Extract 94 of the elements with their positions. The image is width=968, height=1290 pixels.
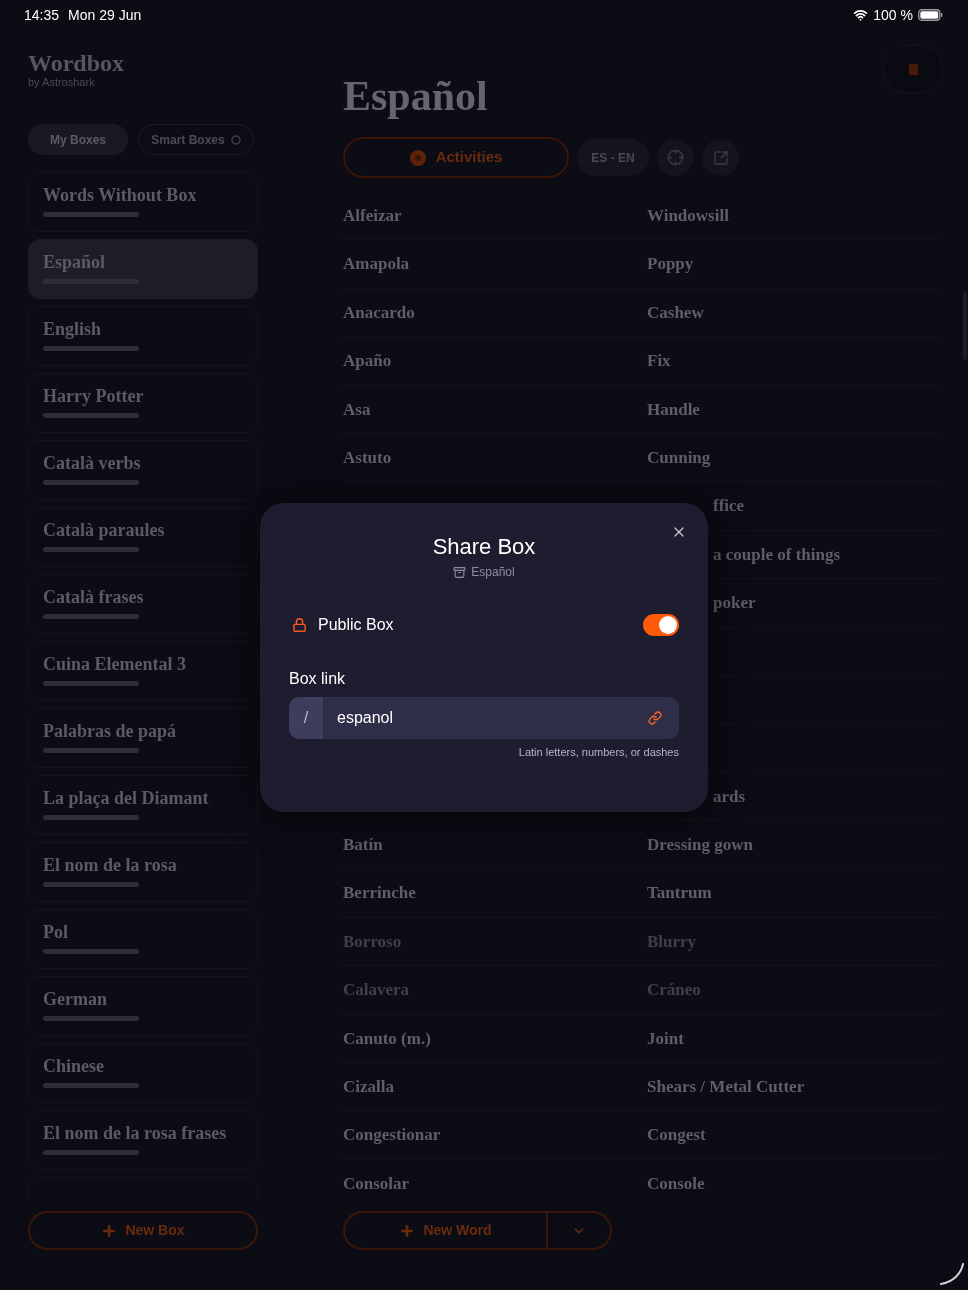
box-filter-tab[interactable]: My Boxes: [28, 124, 128, 155]
plus-icon: [101, 1222, 118, 1239]
box-title: Español: [43, 251, 107, 273]
box-list-item[interactable]: La plaça del Diamant: [28, 775, 258, 835]
box-title: Pol: [43, 921, 69, 943]
word-term: Amapola: [343, 253, 410, 276]
word-translation: Tantrum: [647, 882, 712, 905]
word-translation: Console: [647, 1172, 705, 1195]
word-term: Anacardo: [343, 301, 415, 324]
language-pair-button[interactable]: ES - EN: [577, 139, 649, 176]
word-term: Asa: [343, 398, 371, 421]
dialog-title: Share Box: [432, 533, 536, 561]
link-icon: [648, 711, 662, 725]
activities-button[interactable]: Activities: [343, 137, 569, 178]
box-title: Words Without Box: [43, 184, 198, 206]
page-title: Español: [343, 72, 488, 120]
word-term: Batín: [343, 834, 383, 856]
word-term: Congestionar: [343, 1124, 441, 1147]
app-title: Wordbox: [28, 50, 125, 76]
link-hint: Latin letters, numbers, or dashes: [518, 745, 679, 759]
circle-icon: [230, 134, 241, 145]
battery-percentage: 100 %: [873, 5, 913, 25]
word-translation: Poppy: [647, 253, 694, 276]
share-button[interactable]: [702, 139, 739, 176]
word-term: Berrinche: [343, 882, 416, 905]
box-list-item[interactable]: English: [28, 306, 258, 366]
box-title: El nom de la rosa frases: [43, 1122, 228, 1144]
external-link-icon: [712, 149, 729, 166]
box-title: Cuina Elemental 3: [43, 653, 187, 675]
status-date: Mon 29 Jun: [68, 5, 142, 25]
word-translation: ffice: [713, 495, 745, 518]
archive-icon: [453, 565, 467, 579]
box-list-item[interactable]: Català verbs: [28, 440, 258, 500]
box-title: Chinese: [43, 1055, 105, 1077]
word-translation: Shears / Metal Cutter: [647, 1075, 805, 1098]
new-word-button[interactable]: New Word: [343, 1211, 548, 1250]
app-subtitle: by Astroshark: [28, 76, 95, 89]
box-name: Español: [471, 564, 515, 580]
public-box-toggle[interactable]: [643, 614, 679, 636]
box-list-item[interactable]: Español: [28, 239, 258, 299]
box-list-item[interactable]: Pol: [28, 909, 258, 969]
link-prefix: /: [289, 697, 323, 739]
target-icon: [667, 149, 684, 166]
word-translation: Cunning: [647, 446, 711, 469]
word-translation: poker: [713, 592, 756, 615]
word-translation: Dressing gown: [647, 834, 753, 856]
box-title: Català verbs: [43, 452, 142, 474]
box-title: El nom de la rosa: [43, 854, 178, 876]
box-title: Català frases: [43, 586, 145, 608]
square-icon: [908, 63, 918, 75]
dropdown-button[interactable]: [548, 1211, 612, 1250]
target-button[interactable]: [657, 139, 694, 176]
word-translation: Handle: [647, 398, 700, 421]
wifi-icon: [853, 8, 869, 22]
status-time: 14:35: [24, 5, 60, 25]
plus-icon: [399, 1222, 416, 1239]
word-term: Apaño: [343, 350, 392, 373]
word-translation: Joint: [647, 1027, 684, 1050]
word-translation: Cashew: [647, 301, 704, 324]
word-term: Alfeizar: [343, 204, 402, 227]
box-title: Català paraules: [43, 519, 166, 541]
word-term: Astuto: [343, 446, 392, 469]
word-translation: ards: [713, 785, 746, 808]
word-translation: Congest: [647, 1124, 706, 1147]
word-translation: a couple of things: [713, 543, 841, 566]
word-term: Cizalla: [343, 1075, 394, 1098]
box-list-item[interactable]: Català paraules: [28, 507, 258, 567]
lock-icon: [292, 617, 307, 633]
box-list-item[interactable]: El nom de la rosa frases: [28, 1110, 258, 1170]
word-term: Consolar: [343, 1172, 410, 1195]
box-list-item[interactable]: German: [28, 976, 258, 1036]
box-title: La plaça del Diamant: [43, 787, 210, 809]
box-link-label: Box link: [289, 669, 346, 689]
box-title: English: [43, 318, 103, 340]
circle-icon: [409, 149, 426, 166]
box-list-item[interactable]: Palabras de papá: [28, 708, 258, 768]
box-title: Palabras de papá: [43, 720, 178, 742]
box-list-item[interactable]: Cuina Elemental 3: [28, 641, 258, 701]
word-term: Canuto (m.): [343, 1027, 431, 1050]
box-title: Harry Potter: [43, 385, 145, 407]
box-list-item[interactable]: Català frases: [28, 574, 258, 634]
box-list-item[interactable]: Words Without Box: [28, 172, 258, 232]
link-input[interactable]: espanol: [323, 697, 679, 739]
new-box-button[interactable]: New Box: [28, 1211, 258, 1250]
word-translation: Fix: [647, 350, 671, 373]
battery-icon: [918, 9, 943, 21]
box-list-item[interactable]: El nom de la rosa: [28, 842, 258, 902]
corner-arc-icon: [940, 1263, 964, 1285]
box-title: German: [43, 988, 108, 1010]
word-translation: Windowsill: [647, 204, 729, 227]
box-list-item[interactable]: Harry Potter: [28, 373, 258, 433]
round-button[interactable]: [883, 45, 943, 93]
public-box-label: Public Box: [318, 615, 394, 635]
box-list-item[interactable]: Chinese: [28, 1043, 258, 1103]
